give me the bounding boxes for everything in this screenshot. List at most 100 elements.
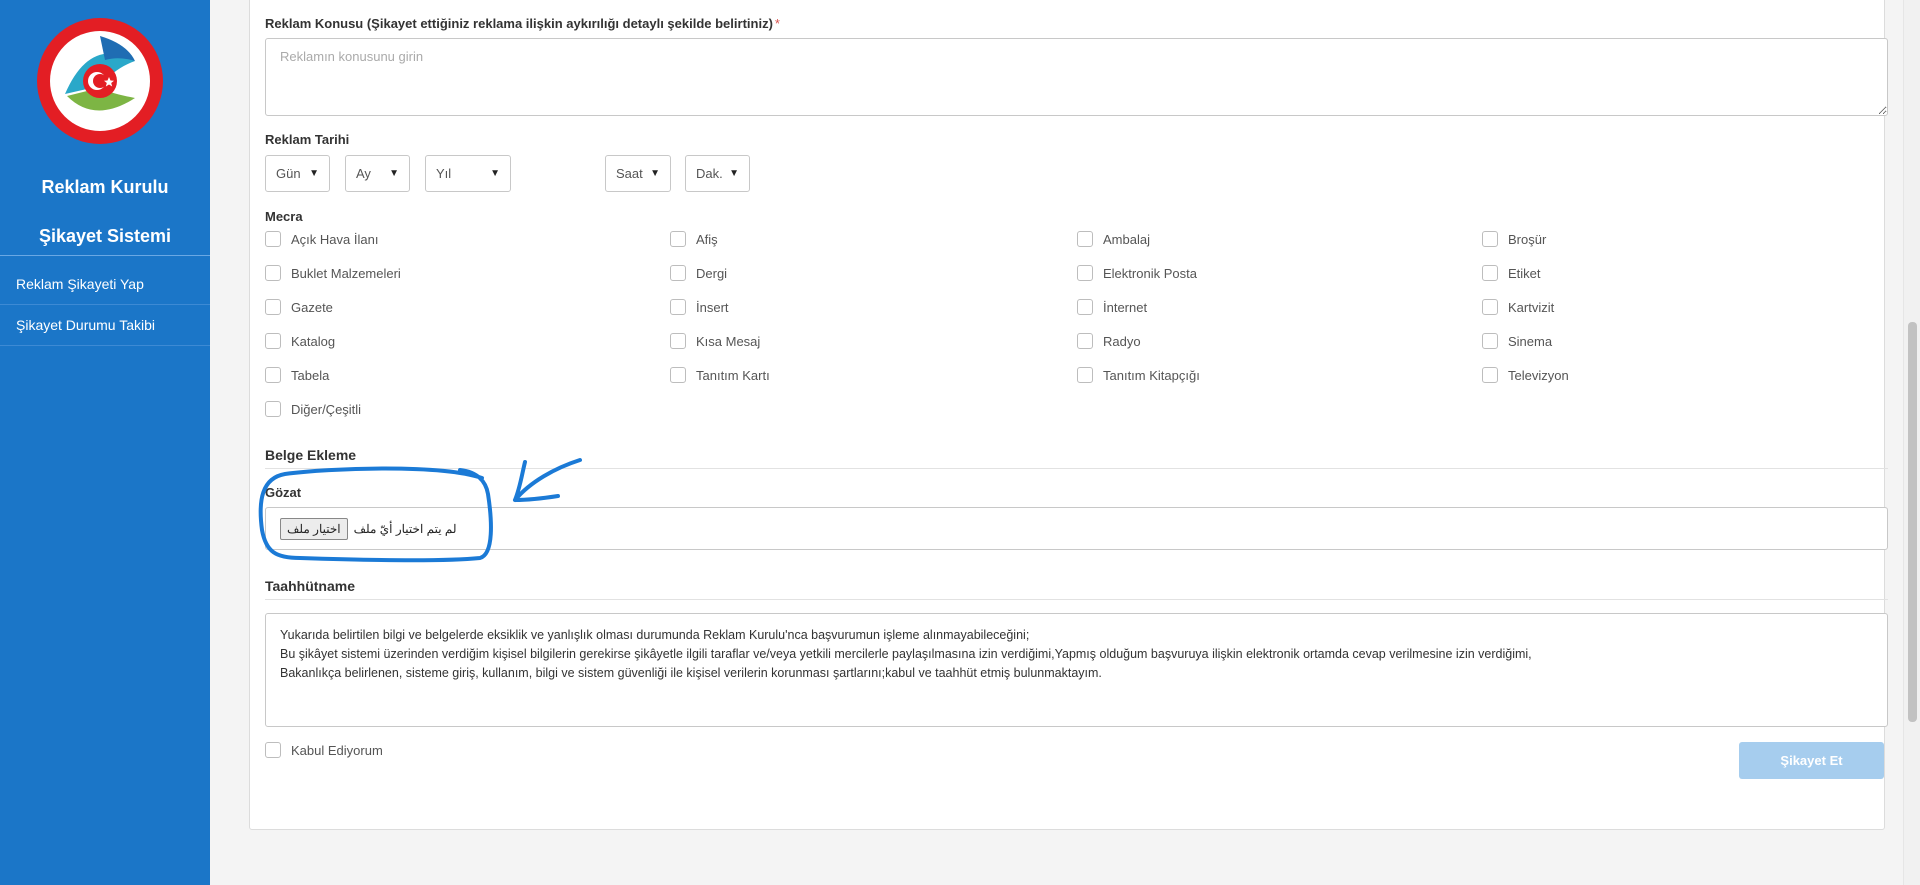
media-option-katalog[interactable]: Katalog <box>265 331 335 351</box>
media-option-acik-hava-ilani[interactable]: Açık Hava İlanı <box>265 229 378 249</box>
hour-select[interactable]: Saat ▼ <box>605 155 671 192</box>
checkbox[interactable] <box>265 299 281 315</box>
checkbox[interactable] <box>670 333 686 349</box>
commitment-line: Bu şikâyet sistemi üzerinden verdiğim ki… <box>280 647 1532 661</box>
media-option-label: Televizyon <box>1508 367 1569 383</box>
media-option-tanitim-karti[interactable]: Tanıtım Kartı <box>670 365 770 385</box>
media-option-label: Tabela <box>291 367 330 383</box>
chevron-down-icon: ▼ <box>389 168 399 179</box>
minute-select-value: Dak. <box>696 166 723 181</box>
media-option-internet[interactable]: İnternet <box>1077 297 1147 317</box>
checkbox[interactable] <box>1482 231 1498 247</box>
media-option-label: İnternet <box>1103 299 1148 315</box>
media-option-brosur[interactable]: Broşür <box>1482 229 1546 249</box>
commitment-section-title: Taahhütname <box>265 578 355 594</box>
checkbox[interactable] <box>670 231 686 247</box>
media-option-gazete[interactable]: Gazete <box>265 297 333 317</box>
date-label: Reklam Tarihi <box>265 132 350 147</box>
month-select-value: Ay <box>356 166 371 181</box>
media-option-elektronik-posta[interactable]: Elektronik Posta <box>1077 263 1197 283</box>
media-option-ambalaj[interactable]: Ambalaj <box>1077 229 1150 249</box>
checkbox[interactable] <box>265 401 281 417</box>
checkbox[interactable] <box>1077 333 1093 349</box>
media-option-label: Kartvizit <box>1508 299 1555 315</box>
media-option-label: Kısa Mesaj <box>696 333 761 349</box>
media-option-label: Diğer/Çeşitli <box>291 401 362 417</box>
sidebar: Reklam Kurulu Şikayet Sistemi Reklam Şik… <box>0 0 210 885</box>
brand-title: Reklam Kurulu Şikayet Sistemi <box>0 163 210 261</box>
page-scrollbar[interactable] <box>1903 0 1920 885</box>
sidebar-item-reklam-sikayeti-yap[interactable]: Reklam Şikayeti Yap <box>0 264 210 305</box>
media-option-etiket[interactable]: Etiket <box>1482 263 1541 283</box>
day-select[interactable]: Gün ▼ <box>265 155 330 192</box>
media-option-radyo[interactable]: Radyo <box>1077 331 1141 351</box>
checkbox[interactable] <box>1482 299 1498 315</box>
checkbox[interactable] <box>1482 367 1498 383</box>
media-option-label: Sinema <box>1508 333 1553 349</box>
scrollbar-thumb[interactable] <box>1908 322 1917 722</box>
subject-textarea[interactable] <box>265 38 1888 116</box>
brand-line-2: Şikayet Sistemi <box>38 226 172 246</box>
minute-select[interactable]: Dak. ▼ <box>685 155 750 192</box>
media-option-afis[interactable]: Afiş <box>670 229 718 249</box>
media-option-insert[interactable]: İnsert <box>670 297 729 317</box>
media-option-televizyon[interactable]: Televizyon <box>1482 365 1569 385</box>
checkbox[interactable] <box>670 367 686 383</box>
section-divider <box>265 468 1888 469</box>
media-option-tanitim-kitapcigi[interactable]: Tanıtım Kitapçığı <box>1077 365 1200 385</box>
media-option-label: Katalog <box>291 333 336 349</box>
ministry-logo <box>37 18 163 144</box>
subject-label-text: Reklam Konusu (Şikayet ettiğiniz reklama… <box>265 16 773 31</box>
media-option-kartvizit[interactable]: Kartvizit <box>1482 297 1554 317</box>
file-input[interactable]: اختيار ملف لم يتم اختيار أيّ ملف <box>265 507 1888 550</box>
checkbox[interactable] <box>1077 367 1093 383</box>
section-divider <box>265 599 1888 600</box>
media-option-label: Afiş <box>696 231 718 247</box>
checkbox[interactable] <box>265 231 281 247</box>
media-option-buklet-malzemeleri[interactable]: Buklet Malzemeleri <box>265 263 401 283</box>
accept-terms-label: Kabul Ediyorum <box>291 742 383 758</box>
media-option-label: İnsert <box>696 299 729 315</box>
commitment-line: Bakanlıkça belirlenen, sisteme giriş, ku… <box>280 666 1102 680</box>
file-status-text: لم يتم اختيار أيّ ملف <box>353 521 457 536</box>
checkbox[interactable] <box>265 742 281 758</box>
media-option-label: Etiket <box>1508 265 1541 281</box>
checkbox[interactable] <box>1482 265 1498 281</box>
media-option-dergi[interactable]: Dergi <box>670 263 727 283</box>
checkbox[interactable] <box>1077 299 1093 315</box>
media-option-diger-cesitli[interactable]: Diğer/Çeşitli <box>265 399 361 419</box>
commitment-textarea[interactable]: Yukarıda belirtilen bilgi ve belgelerde … <box>265 613 1888 727</box>
checkbox[interactable] <box>670 265 686 281</box>
hour-select-value: Saat <box>616 166 643 181</box>
accept-terms-checkbox[interactable]: Kabul Ediyorum <box>265 740 383 760</box>
media-option-label: Elektronik Posta <box>1103 265 1197 281</box>
media-option-label: Dergi <box>696 265 728 281</box>
checkbox[interactable] <box>1482 333 1498 349</box>
checkbox[interactable] <box>1077 231 1093 247</box>
chevron-down-icon: ▼ <box>309 168 319 179</box>
media-option-label: Gazete <box>291 299 333 315</box>
checkbox[interactable] <box>265 265 281 281</box>
sidebar-nav: Reklam Şikayeti Yap Şikayet Durumu Takib… <box>0 264 210 346</box>
media-option-label: Tanıtım Kitapçığı <box>1103 367 1200 383</box>
media-option-label: Radyo <box>1103 333 1141 349</box>
media-option-kisa-mesaj[interactable]: Kısa Mesaj <box>670 331 760 351</box>
media-option-label: Tanıtım Kartı <box>696 367 770 383</box>
checkbox[interactable] <box>1077 265 1093 281</box>
media-option-label: Ambalaj <box>1103 231 1150 247</box>
attachment-section-title: Belge Ekleme <box>265 447 357 463</box>
media-label: Mecra <box>265 209 303 224</box>
year-select[interactable]: Yıl ▼ <box>425 155 511 192</box>
media-option-label: Buklet Malzemeleri <box>291 265 401 281</box>
chevron-down-icon: ▼ <box>729 168 739 179</box>
submit-complaint-button[interactable]: Şikayet Et <box>1739 742 1884 779</box>
checkbox[interactable] <box>265 367 281 383</box>
media-option-sinema[interactable]: Sinema <box>1482 331 1552 351</box>
chevron-down-icon: ▼ <box>490 168 500 179</box>
month-select[interactable]: Ay ▼ <box>345 155 410 192</box>
media-option-tabela[interactable]: Tabela <box>265 365 329 385</box>
choose-file-button[interactable]: اختيار ملف <box>280 517 348 540</box>
checkbox[interactable] <box>265 333 281 349</box>
checkbox[interactable] <box>670 299 686 315</box>
sidebar-item-sikayet-durumu-takibi[interactable]: Şikayet Durumu Takibi <box>0 305 210 346</box>
